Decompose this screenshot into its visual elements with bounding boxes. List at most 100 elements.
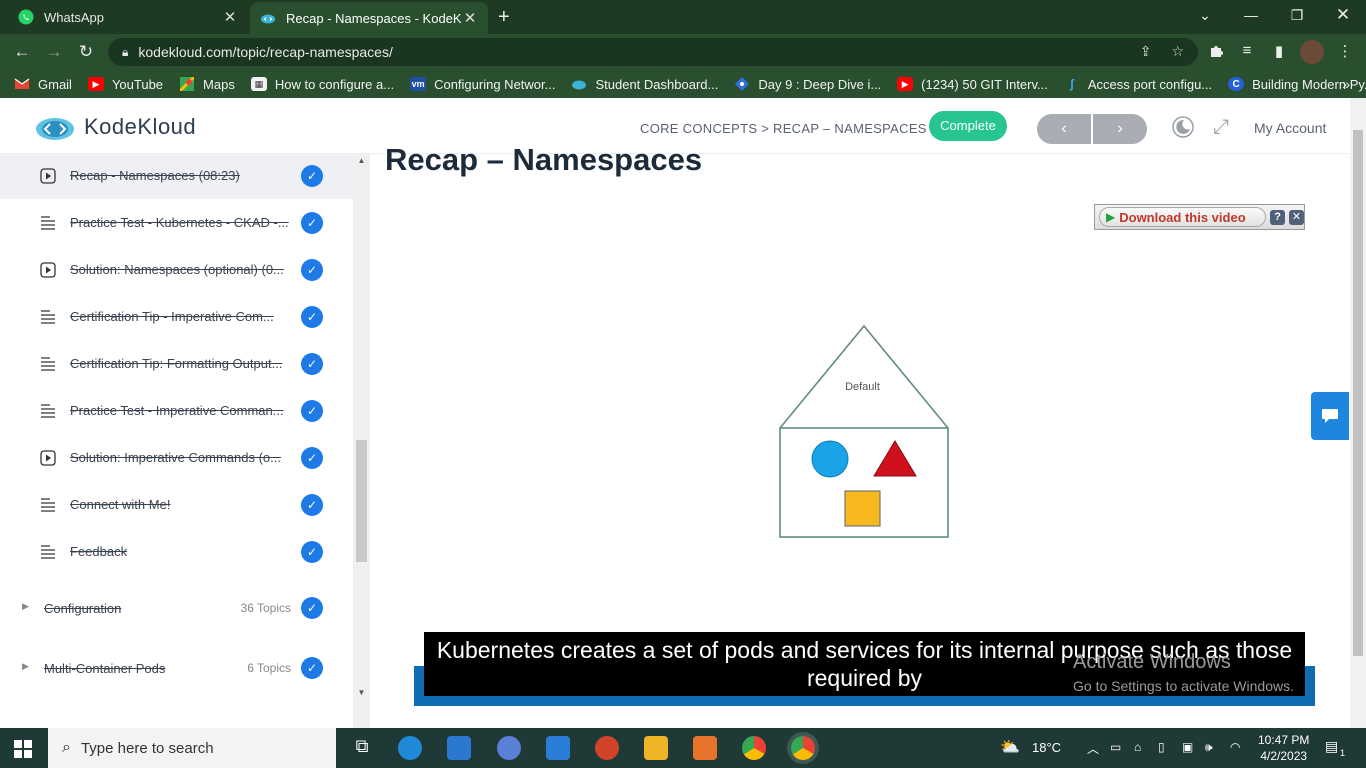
- completed-check-icon: ✓: [301, 211, 323, 234]
- bookmark-icon: ʃ: [1069, 77, 1074, 91]
- more-bookmarks-icon[interactable]: »: [1342, 76, 1350, 92]
- task-view-icon[interactable]: ⧉: [350, 736, 374, 760]
- windows-start-icon[interactable]: [14, 740, 32, 758]
- lesson-item[interactable]: Feedback ✓: [0, 528, 353, 575]
- lesson-title: Feedback: [70, 544, 128, 559]
- lesson-item[interactable]: Recap - Namespaces (08:23) ✓: [0, 154, 353, 199]
- close-icon[interactable]: ✕: [222, 8, 238, 26]
- chrome-active-icon[interactable]: [791, 736, 815, 760]
- back-icon[interactable]: ←: [11, 41, 33, 63]
- pod-circle-icon: [811, 440, 849, 478]
- lesson-item[interactable]: Certification Tip - Imperative Com... ✓: [0, 293, 353, 340]
- whatsapp-icon: [18, 9, 34, 25]
- bookmark-access-port[interactable]: ʃ Access port configu...: [1064, 77, 1212, 92]
- lesson-item[interactable]: Connect with Me! ✓: [0, 481, 353, 528]
- mail-icon[interactable]: [546, 736, 570, 760]
- restore-icon[interactable]: ❐: [1274, 0, 1320, 30]
- weather-icon[interactable]: ⛅: [1000, 737, 1020, 757]
- browser-toolbar: ← → ↻ 🔒︎ kodekloud.com/topic/recap-names…: [0, 34, 1366, 70]
- notification-icon[interactable]: ▤: [1325, 738, 1338, 755]
- battery-icon[interactable]: ▭: [1110, 740, 1121, 754]
- volume-icon[interactable]: 🕪︎: [1205, 740, 1213, 755]
- text-lesson-icon: [40, 497, 56, 513]
- weather-temp[interactable]: 18°C: [1032, 740, 1061, 755]
- dark-mode-icon[interactable]: [1172, 116, 1194, 144]
- bookmark-git-interview[interactable]: ▶ (1234) 50 GIT Interv...: [897, 77, 1048, 92]
- app-icon[interactable]: [693, 736, 717, 760]
- lesson-item[interactable]: Practice Test - Kubernetes - CKAD -... ✓: [0, 199, 353, 246]
- video-lesson-icon: [40, 261, 56, 278]
- my-account-link[interactable]: My Account: [1254, 120, 1326, 136]
- chrome-icon[interactable]: [742, 736, 766, 760]
- lock-icon: 🔒︎: [122, 44, 129, 59]
- bookmark-star-icon[interactable]: ☆: [1171, 43, 1184, 60]
- scroll-down-icon[interactable]: ▼: [356, 688, 367, 697]
- bookmark-youtube[interactable]: ▶ YouTube: [87, 77, 163, 92]
- bookmark-gmail[interactable]: Gmail: [14, 77, 72, 92]
- activate-windows-watermark: Activate Windows Go to Settings to activ…: [1073, 651, 1294, 694]
- completed-check-icon: ✓: [301, 657, 323, 679]
- complete-button[interactable]: Complete: [929, 111, 1007, 141]
- tab-kodekloud[interactable]: Recap - Namespaces - KodeKlou ✕: [250, 2, 488, 34]
- show-hidden-icons-icon[interactable]: ︿: [1087, 740, 1099, 757]
- help-icon[interactable]: ?: [1270, 209, 1286, 225]
- forward-icon[interactable]: →: [43, 41, 65, 63]
- download-video-button[interactable]: ▶ Download this video: [1099, 207, 1267, 227]
- lesson-item[interactable]: Certification Tip: Formatting Output... …: [0, 340, 353, 387]
- display-icon[interactable]: ▣: [1182, 740, 1193, 754]
- minimize-icon[interactable]: —: [1228, 0, 1274, 30]
- brand-name: KodeKloud: [84, 114, 197, 139]
- bookmark-maps[interactable]: Maps: [179, 77, 235, 92]
- reload-icon[interactable]: ↻: [75, 41, 97, 63]
- tab-label: WhatsApp: [44, 9, 104, 25]
- bookmark-how-to-configure[interactable]: ▦ How to configure a...: [250, 77, 394, 92]
- text-lesson-icon: [40, 215, 56, 231]
- menu-icon[interactable]: ⋮: [1334, 42, 1356, 62]
- lesson-item[interactable]: Practice Test - Imperative Comman... ✓: [0, 387, 353, 434]
- lesson-item[interactable]: Solution: Imperative Commands (o... ✓: [0, 434, 353, 481]
- close-icon[interactable]: ✕: [462, 9, 478, 27]
- file-explorer-icon[interactable]: [644, 736, 668, 760]
- completed-check-icon: ✓: [301, 258, 323, 281]
- edge-icon[interactable]: [398, 736, 422, 760]
- section-configuration[interactable]: ▶ Configuration 36 Topics ✓: [0, 588, 353, 628]
- kodekloud-logo-icon: [36, 118, 74, 140]
- kodekloud-logo[interactable]: KodeKloud: [34, 112, 196, 142]
- text-lesson-icon: [40, 356, 56, 372]
- window-close-icon[interactable]: ✕: [1320, 0, 1366, 30]
- store-icon[interactable]: [447, 736, 471, 760]
- extensions-icon[interactable]: [1205, 42, 1227, 62]
- scroll-up-icon[interactable]: ▲: [356, 156, 367, 165]
- address-bar[interactable]: 🔒︎ kodekloud.com/topic/recap-namespaces/…: [108, 38, 1198, 66]
- chat-button[interactable]: [1311, 392, 1349, 440]
- lesson-item[interactable]: Solution: Namespaces (optional) (0... ✓: [0, 246, 353, 293]
- app-icon[interactable]: [497, 736, 521, 760]
- next-lesson-button[interactable]: ›: [1093, 114, 1147, 144]
- page-scrollbar-thumb[interactable]: [1353, 130, 1363, 656]
- bookmark-day9[interactable]: Day 9 : Deep Dive i...: [734, 77, 881, 92]
- breadcrumb[interactable]: CORE CONCEPTS > RECAP – NAMESPACES: [640, 121, 927, 136]
- tab-search-icon[interactable]: ⌄: [1182, 0, 1228, 30]
- profile-avatar[interactable]: [1300, 40, 1324, 64]
- bookmark-configuring-network[interactable]: vm Configuring Networ...: [410, 77, 555, 92]
- lesson-title: Certification Tip: Formatting Output...: [70, 356, 283, 371]
- side-panel-icon[interactable]: ▮: [1268, 42, 1290, 62]
- app-icon[interactable]: [595, 736, 619, 760]
- new-tab-icon[interactable]: +: [498, 6, 510, 29]
- taskbar-search[interactable]: ⌕ Type here to search: [48, 728, 336, 768]
- reading-list-icon[interactable]: ≡: [1236, 42, 1258, 62]
- clock[interactable]: 10:47 PM 4/2/2023: [1258, 732, 1309, 764]
- device-icon[interactable]: ▯: [1158, 740, 1165, 754]
- bookmark-student-dashboard[interactable]: Student Dashboard...: [571, 77, 718, 92]
- wifi-icon[interactable]: ◠: [1230, 740, 1240, 754]
- close-icon[interactable]: ✕: [1289, 209, 1304, 225]
- tab-whatsapp[interactable]: WhatsApp ✕: [8, 0, 248, 34]
- share-icon[interactable]: ⇪: [1140, 43, 1152, 60]
- section-multi-container-pods[interactable]: ▶ Multi-Container Pods 6 Topics ✓: [0, 648, 353, 688]
- previous-lesson-button[interactable]: ‹: [1037, 114, 1091, 144]
- completed-check-icon: ✓: [301, 597, 323, 619]
- fullscreen-icon[interactable]: ⤢: [1213, 116, 1229, 139]
- download-video-widget[interactable]: ▶ Download this video ? ✕: [1094, 204, 1305, 230]
- network-icon[interactable]: ⌂: [1134, 740, 1141, 754]
- sidebar-scrollbar-thumb[interactable]: [356, 440, 367, 562]
